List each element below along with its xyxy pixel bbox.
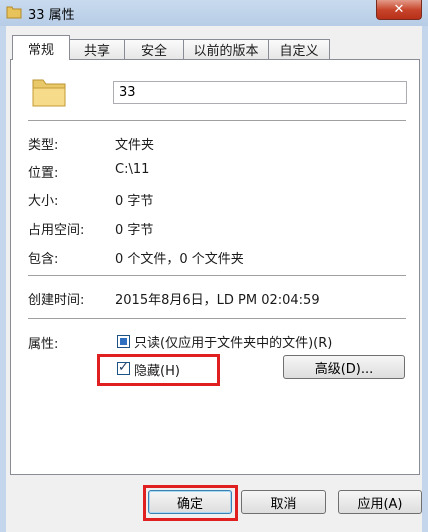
window-frame-right <box>422 26 428 532</box>
highlight-box <box>97 354 220 386</box>
disk-size-value: 0 字节 <box>115 223 154 238</box>
apply-button[interactable]: 应用(A) <box>338 490 422 514</box>
title-bar[interactable]: 33 属性 ✕ <box>0 0 428 26</box>
contains-value: 0 个文件，0 个文件夹 <box>115 252 244 267</box>
close-button[interactable]: ✕ <box>376 0 422 20</box>
tab-security[interactable]: 安全 <box>124 39 184 59</box>
advanced-button[interactable]: 高级(D)... <box>283 355 405 379</box>
tab-label: 自定义 <box>279 44 319 59</box>
tab-previous-versions[interactable]: 以前的版本 <box>183 39 269 59</box>
disk-size-label: 占用空间: <box>28 223 85 238</box>
type-label: 类型: <box>28 138 59 153</box>
tab-customize[interactable]: 自定义 <box>268 39 330 59</box>
created-label: 创建时间: <box>28 293 85 308</box>
folder-icon <box>6 5 22 19</box>
readonly-checkbox[interactable] <box>117 335 130 348</box>
tab-label: 安全 <box>140 44 167 59</box>
cancel-button[interactable]: 取消 <box>241 490 326 514</box>
tab-sharing[interactable]: 共享 <box>69 39 125 59</box>
close-icon: ✕ <box>393 1 405 17</box>
tab-label: 以前的版本 <box>193 44 259 59</box>
size-value: 0 字节 <box>115 194 154 209</box>
size-label: 大小: <box>28 194 59 209</box>
tab-label: 常规 <box>27 42 54 58</box>
folder-name-input[interactable] <box>113 81 407 104</box>
location-label: 位置: <box>28 166 59 181</box>
window-title: 33 属性 <box>28 8 75 23</box>
attributes-label: 属性: <box>28 337 59 352</box>
location-value: C:\11 <box>115 162 150 177</box>
general-panel <box>10 59 420 475</box>
divider <box>28 275 406 276</box>
divider <box>28 318 406 319</box>
tab-general[interactable]: 常规 <box>12 35 70 60</box>
created-value: 2015年8月6日，LD PM 02:04:59 <box>115 293 320 308</box>
contains-label: 包含: <box>28 252 59 267</box>
readonly-label[interactable]: 只读(仅应用于文件夹中的文件)(R) <box>134 332 332 351</box>
highlight-box <box>143 485 238 521</box>
folder-large-icon <box>29 72 69 112</box>
tab-label: 共享 <box>83 44 110 59</box>
type-value: 文件夹 <box>115 138 155 153</box>
divider <box>28 120 406 121</box>
